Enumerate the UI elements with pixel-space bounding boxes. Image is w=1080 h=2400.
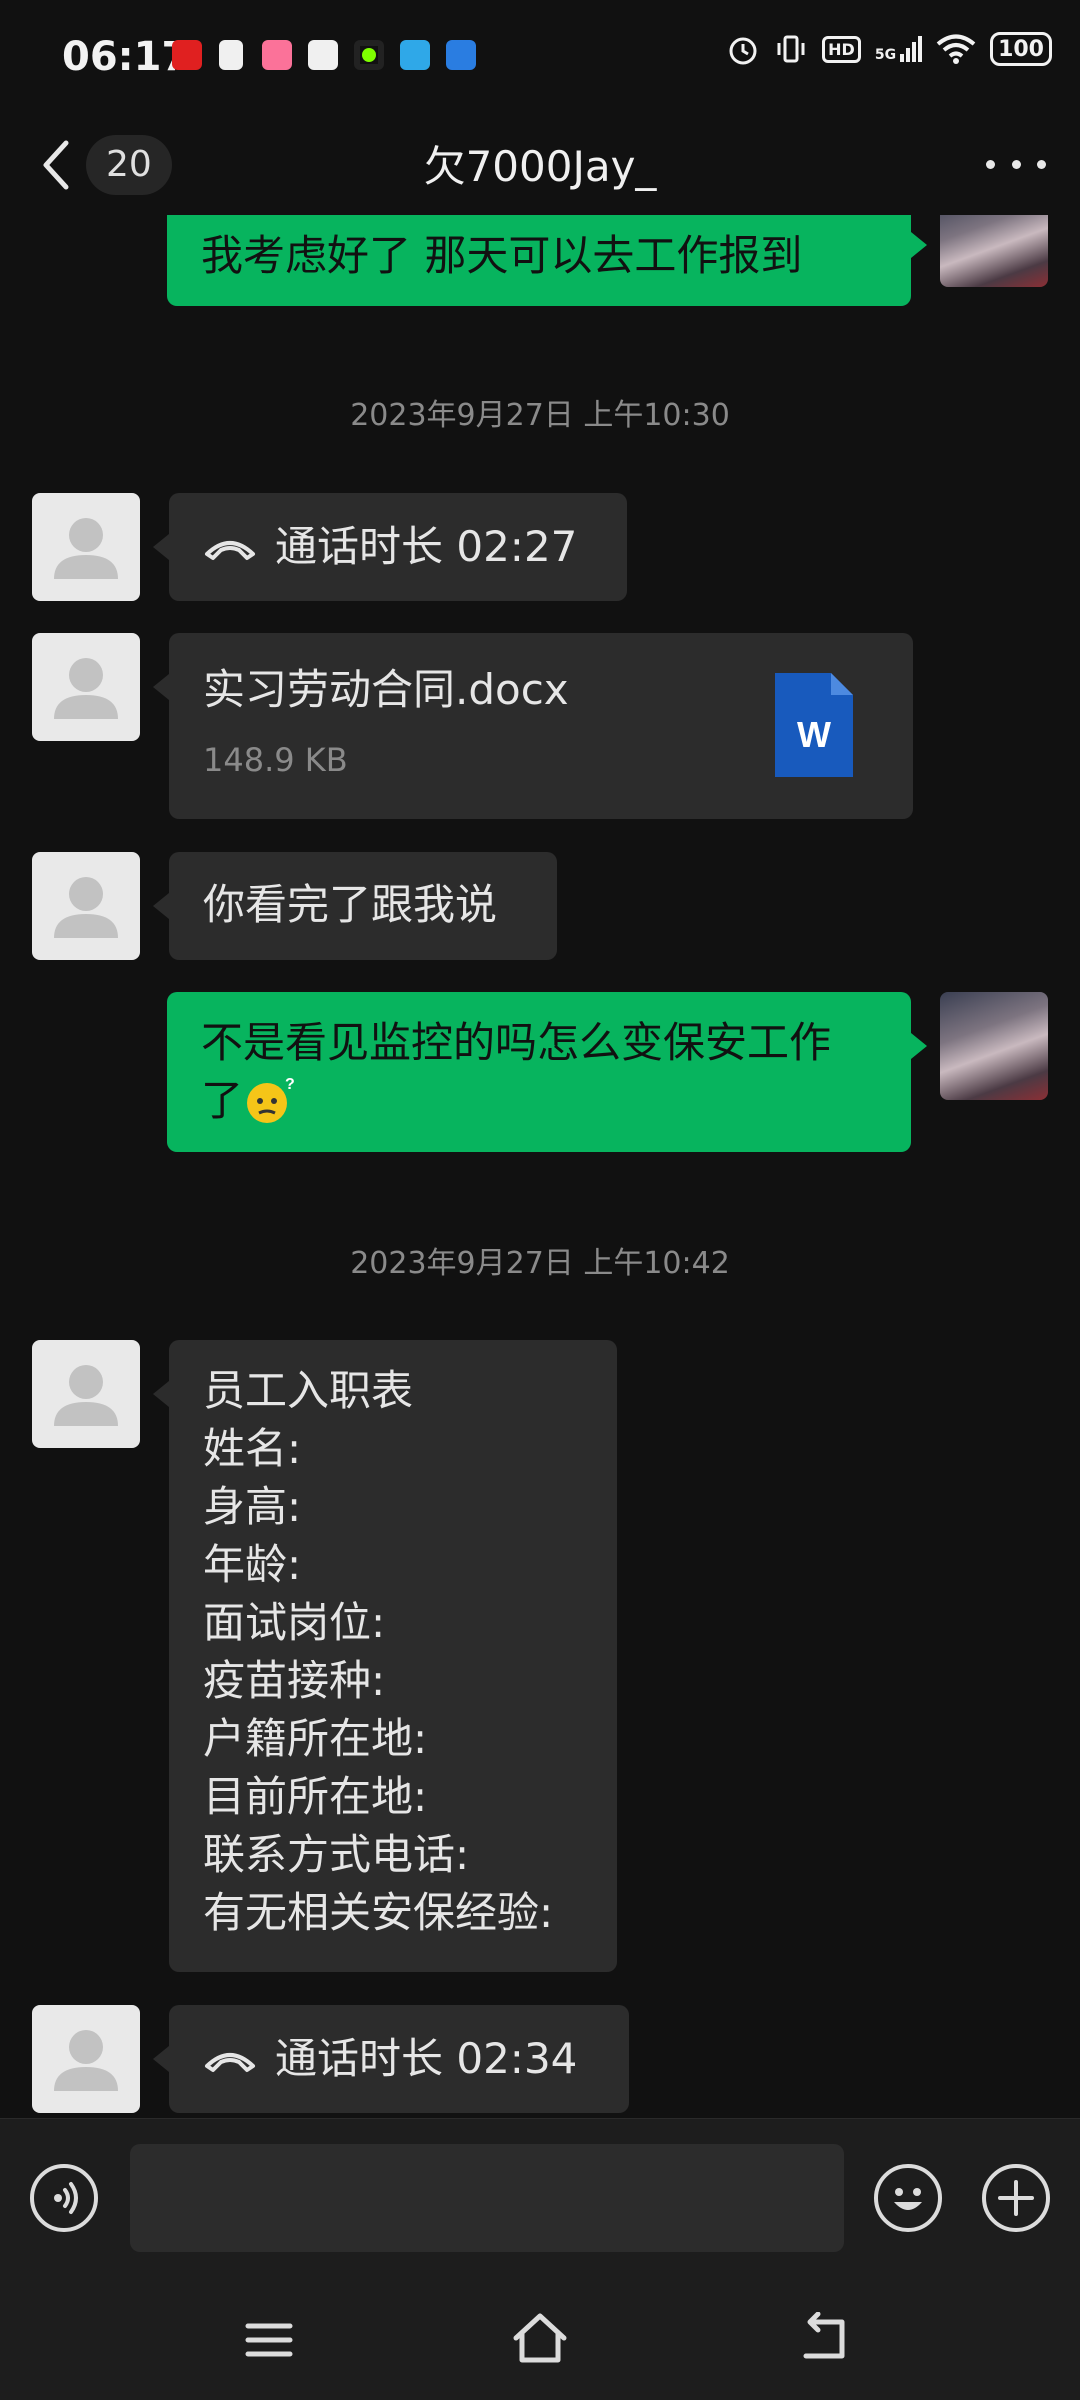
call-duration-label: 通话时长 02:27 — [275, 522, 578, 571]
default-avatar-icon — [54, 2030, 118, 2091]
more-functions-button[interactable] — [982, 2164, 1050, 2232]
video-icon — [308, 40, 338, 70]
contact-avatar[interactable] — [32, 633, 140, 741]
bubble-tail — [153, 2046, 169, 2072]
default-avatar-icon — [54, 658, 118, 719]
default-avatar-icon — [54, 1365, 118, 1426]
contact-avatar[interactable] — [32, 493, 140, 601]
bubble-tail — [911, 1033, 927, 1059]
voice-icon — [54, 2182, 78, 2214]
message-text: 我考虑好了 那天可以去工作报到 — [201, 231, 803, 280]
notes-icon — [219, 40, 243, 70]
system-navigation-bar — [0, 2284, 1080, 2400]
status-time: 06:17 — [62, 34, 190, 80]
message-list[interactable]: 我考虑好了 那天可以去工作报到 2023年9月27日 上午10:30 通话时长 … — [0, 215, 1080, 2115]
contact-avatar[interactable] — [32, 2005, 140, 2113]
user-avatar[interactable] — [940, 215, 1048, 287]
cloud-icon — [400, 40, 430, 70]
bubble-tail — [153, 1381, 169, 1407]
chat-header: 20 欠7000Jay_ — [0, 115, 1080, 215]
home-button[interactable] — [510, 2310, 570, 2370]
menu-icon — [245, 2323, 293, 2357]
form-line: 员工入职表 — [203, 1366, 414, 1415]
more-dot-icon — [1037, 159, 1046, 169]
status-indicators: HD 5G 100 — [726, 32, 1052, 66]
contact-avatar[interactable] — [32, 852, 140, 960]
call-record-bubble[interactable]: 通话时长 02:34 — [169, 2005, 629, 2113]
message-text-line: 不是看见监控的吗怎么变保安工作 — [201, 1018, 832, 1067]
emoji-icon — [894, 2188, 922, 2210]
message-bubble-outgoing[interactable]: 不是看见监控的吗怎么变保安工作 了 ? — [167, 992, 911, 1152]
message-input[interactable] — [130, 2144, 844, 2252]
file-message-bubble[interactable]: 实习劳动合同.docx 148.9 KB W — [169, 633, 913, 819]
message-text: 你看完了跟我说 — [203, 880, 498, 929]
wifi-icon — [936, 34, 976, 64]
bubble-tail — [153, 893, 169, 919]
svg-text:?: ? — [285, 1076, 295, 1093]
status-bar: 06:17 HD 5G 100 — [0, 0, 1080, 115]
vibrate-icon — [777, 35, 805, 63]
form-line: 户籍所在地: — [203, 1714, 428, 1763]
file-size: 148.9 KB — [203, 741, 348, 779]
message-bubble-incoming[interactable]: 你看完了跟我说 — [169, 852, 557, 960]
confused-face-emoji-icon: ? — [247, 1076, 295, 1123]
alarm-icon — [729, 37, 757, 65]
file-name: 实习劳动合同.docx — [203, 665, 569, 714]
form-line: 身高: — [203, 1482, 302, 1531]
voice-input-button[interactable] — [30, 2164, 98, 2232]
call-duration-label: 通话时长 02:34 — [275, 2034, 578, 2083]
recent-apps-button[interactable] — [244, 2318, 294, 2366]
message-timestamp: 2023年9月27日 上午10:30 — [350, 398, 730, 433]
back-nav-button[interactable] — [798, 2311, 852, 2368]
onboarding-form-bubble[interactable]: 员工入职表 姓名: 身高: 年龄: 面试岗位: 疫苗接种: 户籍所在地: 目前所… — [169, 1340, 617, 1972]
form-line: 年龄: — [203, 1540, 302, 1589]
message-bubble-outgoing[interactable]: 我考虑好了 那天可以去工作报到 — [167, 215, 911, 306]
bubble-tail — [911, 232, 927, 258]
message-timestamp: 2023年9月27日 上午10:42 — [350, 1246, 730, 1281]
form-line: 有无相关安保经验: — [203, 1888, 554, 1937]
chat-title: 欠7000Jay_ — [423, 142, 657, 191]
word-document-icon: W — [775, 673, 853, 777]
more-dot-icon — [1011, 159, 1021, 169]
more-dot-icon — [986, 159, 995, 169]
form-line: 姓名: — [203, 1424, 302, 1473]
input-bar — [0, 2118, 1080, 2285]
back-nav-icon — [803, 2311, 845, 2359]
user-avatar[interactable] — [940, 992, 1048, 1100]
svg-text:W: W — [797, 714, 831, 755]
emoji-button[interactable] — [874, 2164, 942, 2232]
ximalaya-icon — [172, 40, 202, 70]
more-options-button[interactable] — [986, 149, 1046, 179]
plus-icon — [998, 2180, 1034, 2216]
default-avatar-icon — [54, 518, 118, 579]
bilibili-icon — [262, 40, 292, 70]
call-record-bubble[interactable]: 通话时长 02:27 — [169, 493, 627, 601]
form-line: 面试岗位: — [203, 1598, 386, 1647]
phone-hangup-icon — [205, 541, 255, 560]
hd-badge: HD — [822, 35, 861, 63]
default-avatar-icon — [54, 877, 118, 938]
form-line: 联系方式电话: — [203, 1830, 470, 1879]
battery-indicator: 100 — [990, 32, 1052, 66]
form-text: 员工入职表 姓名: 身高: 年龄: 面试岗位: 疫苗接种: 户籍所在地: 目前所… — [203, 1362, 553, 1942]
home-icon — [513, 2313, 567, 2363]
form-line: 目前所在地: — [203, 1772, 428, 1821]
cellular-icon: 5G — [875, 36, 923, 62]
contact-avatar[interactable] — [32, 1340, 140, 1448]
message-text-line: 了 — [201, 1076, 244, 1125]
form-line: 疫苗接种: — [203, 1656, 386, 1705]
bubble-tail — [153, 674, 169, 700]
green-dot-app-icon — [354, 40, 384, 70]
bubble-tail — [153, 534, 169, 560]
blue-app-icon — [446, 40, 476, 70]
phone-hangup-icon — [205, 2053, 255, 2072]
